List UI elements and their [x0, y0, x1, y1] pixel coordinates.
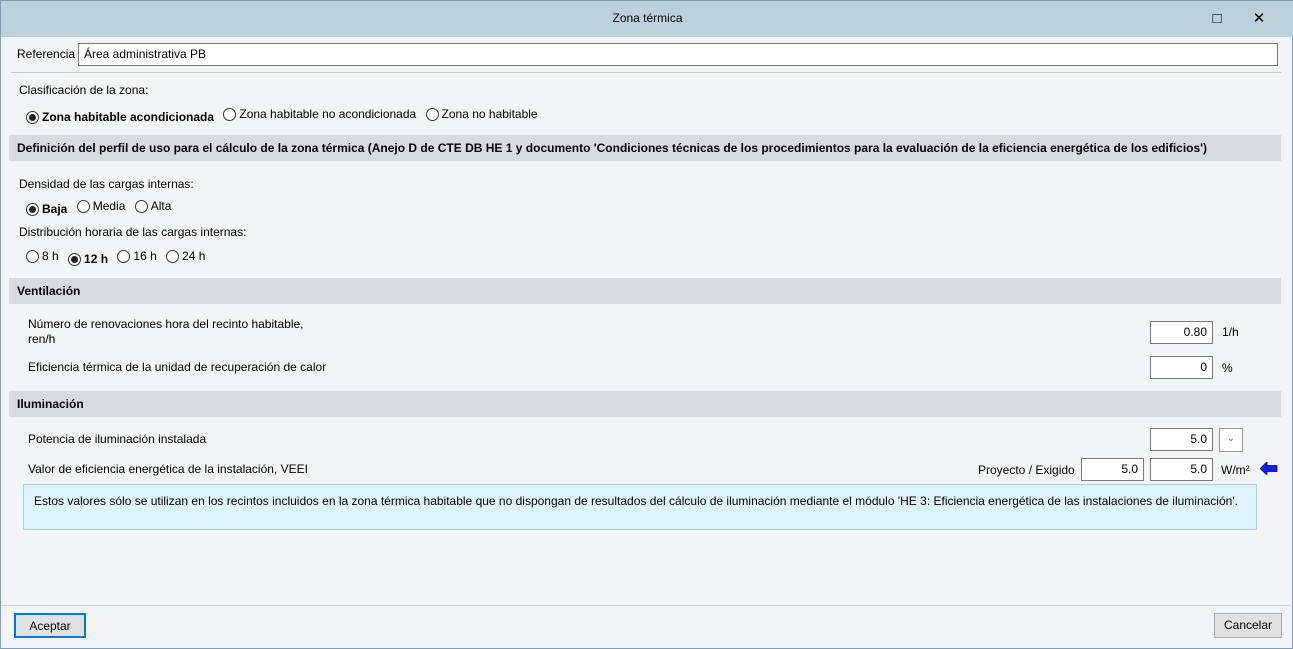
- clasificacion-radio-group: Zona habitable acondicionada Zona habita…: [26, 107, 544, 124]
- arrow-left-icon[interactable]: [1260, 462, 1278, 475]
- chevron-down-icon: ⌄: [1226, 433, 1236, 444]
- densidad-label: Densidad de las cargas internas:: [19, 177, 194, 191]
- aceptar-button[interactable]: Aceptar: [14, 613, 86, 638]
- footer-divider: [1, 605, 1293, 606]
- eficiencia-label: Eficiencia térmica de la unidad de recup…: [28, 360, 327, 374]
- renovaciones-input[interactable]: 0.80: [1150, 321, 1213, 344]
- distribucion-radio-group: 8 h 12 h 16 h 24 h: [26, 249, 211, 266]
- maximize-button[interactable]: □: [1199, 7, 1235, 31]
- clasificacion-label: Clasificación de la zona:: [19, 83, 149, 97]
- radio-baja[interactable]: Baja: [26, 202, 67, 216]
- veei-proyecto-input[interactable]: 5.0: [1081, 458, 1144, 481]
- potencia-input[interactable]: 5.0: [1150, 428, 1213, 451]
- renovaciones-unit: 1/h: [1222, 325, 1239, 339]
- radio-zona-habitable-acondicionada[interactable]: Zona habitable acondicionada: [26, 110, 214, 124]
- proyecto-exigido-label: Proyecto / Exigido: [978, 463, 1075, 477]
- radio-8h[interactable]: 8 h: [26, 249, 59, 263]
- perfil-section-header: Definición del perfil de uso para el cál…: [9, 135, 1281, 161]
- radio-zona-habitable-no-acondicionada[interactable]: Zona habitable no acondicionada: [223, 107, 416, 121]
- potencia-label: Potencia de iluminación instalada: [28, 432, 207, 446]
- veei-exigido-input[interactable]: 5.0: [1150, 458, 1213, 481]
- referencia-label: Referencia: [17, 47, 76, 61]
- info-box: Estos valores sólo se utilizan en los re…: [23, 484, 1257, 530]
- radio-alta[interactable]: Alta: [134, 199, 171, 213]
- potencia-dropdown-button[interactable]: ⌄: [1219, 428, 1243, 452]
- ventilacion-section-header: Ventilación: [9, 278, 1281, 304]
- eficiencia-input[interactable]: 0: [1150, 356, 1213, 379]
- radio-media[interactable]: Media: [76, 199, 125, 213]
- divider: [11, 72, 1281, 73]
- eficiencia-unit: %: [1222, 361, 1233, 375]
- renovaciones-label: Número de renovaciones hora del recinto …: [28, 317, 304, 331]
- renovaciones-label-unit: ren/h: [28, 332, 56, 346]
- radio-16h[interactable]: 16 h: [117, 249, 157, 263]
- referencia-input[interactable]: Área administrativa PB: [78, 43, 1278, 66]
- window-title: Zona térmica: [612, 11, 683, 25]
- veei-label: Valor de eficiencia energética de la ins…: [28, 462, 308, 476]
- cancelar-button[interactable]: Cancelar: [1214, 613, 1282, 638]
- close-button[interactable]: ✕: [1241, 7, 1277, 31]
- iluminacion-section-header: Iluminación: [9, 391, 1281, 417]
- distribucion-label: Distribución horaria de las cargas inter…: [19, 225, 247, 239]
- radio-zona-no-habitable[interactable]: Zona no habitable: [425, 107, 538, 121]
- densidad-radio-group: Baja Media Alta: [26, 199, 177, 216]
- veei-unit: W/m²: [1221, 463, 1250, 477]
- radio-12h[interactable]: 12 h: [68, 252, 108, 266]
- radio-24h[interactable]: 24 h: [166, 249, 205, 263]
